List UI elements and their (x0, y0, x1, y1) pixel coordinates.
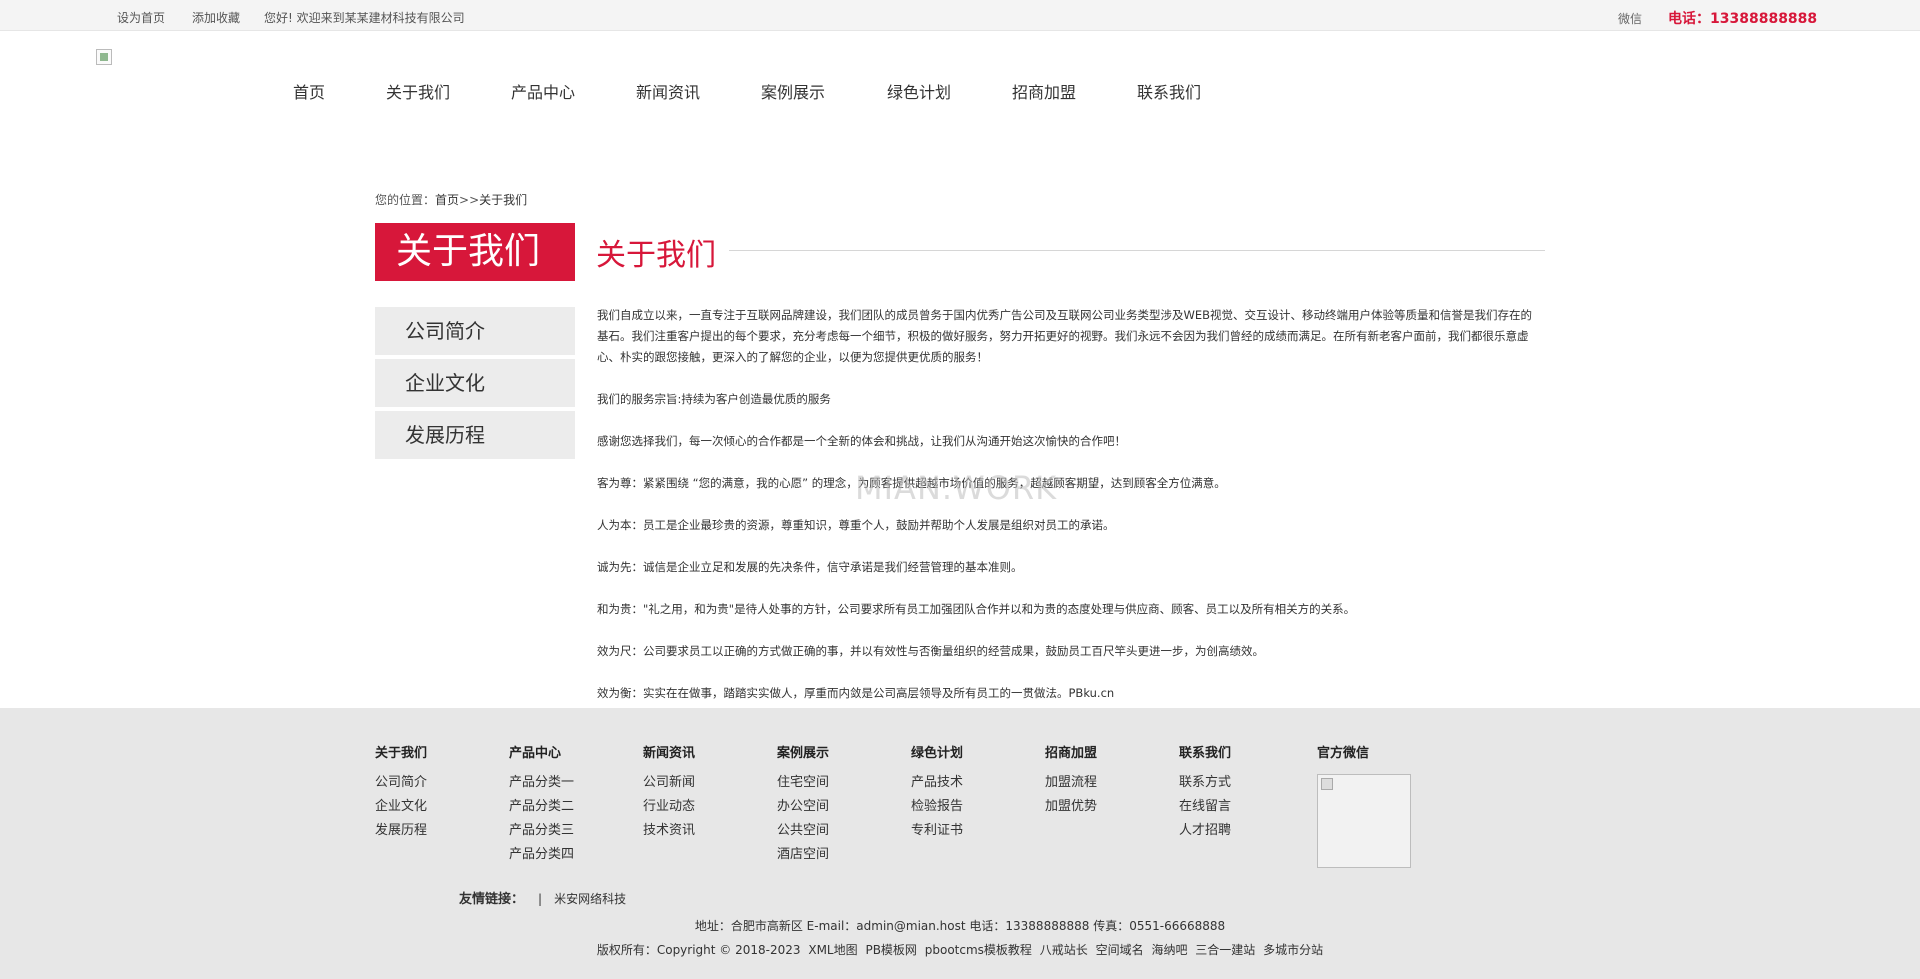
content-paragraph-balance: 效为衡：实实在在做事，踏踏实实做人，厚重而内敛是公司高层领导及所有员工的一贯做法… (597, 686, 1115, 700)
content-paragraph-harmony: 和为贵："礼之用，和为贵"是待人处事的方针，公司要求所有员工加强团队合作并以和为… (597, 602, 1356, 616)
footer-col-title: 联系我们 (1179, 746, 1232, 761)
footer-link[interactable]: 联系方式 (1179, 775, 1231, 799)
footer-col-title: 绿色计划 (911, 746, 964, 761)
footer-link[interactable]: 发展历程 (375, 823, 427, 847)
copyright-link[interactable]: pbootcms模板教程 (925, 943, 1032, 957)
nav-about[interactable]: 关于我们 (386, 79, 450, 103)
wechat-link[interactable]: 微信 (1618, 10, 1642, 27)
footer-link[interactable]: 住宅空间 (777, 775, 829, 799)
footer-col-green-plan: 绿色计划 产品技术 检验报告 专利证书 (911, 742, 963, 847)
watermark: MIAN.WORK (855, 469, 1058, 507)
footer-col-news: 新闻资讯 公司新闻 行业动态 技术资讯 (643, 742, 695, 847)
breadcrumb-sep: >> (459, 193, 480, 207)
footer-col-title: 产品中心 (509, 746, 562, 761)
copyright-link[interactable]: PB模板网 (865, 943, 916, 957)
footer-link[interactable]: 公共空间 (777, 823, 829, 847)
content-paragraph-people: 人为本：员工是企业最珍贵的资源，尊重知识，尊重个人，鼓励并帮助个人发展是组织对员… (597, 518, 1115, 532)
logo-image[interactable] (96, 49, 112, 65)
footer-link[interactable]: 技术资讯 (643, 823, 695, 847)
breadcrumb-prefix: 您的位置： (375, 193, 436, 207)
nav-cases[interactable]: 案例展示 (761, 79, 825, 103)
footer-link[interactable]: 产品技术 (911, 775, 963, 799)
breadcrumb: 您的位置：首页>>关于我们 (375, 191, 527, 208)
footer-link[interactable]: 人才招聘 (1179, 823, 1231, 847)
footer-link[interactable]: 行业动态 (643, 799, 695, 823)
footer-link[interactable]: 公司简介 (375, 775, 427, 799)
nav-contact[interactable]: 联系我们 (1137, 79, 1201, 103)
wechat-qr-image (1317, 774, 1411, 868)
add-favorite-link[interactable]: 添加收藏 (192, 9, 240, 26)
wechat-title: 官方微信 (1317, 746, 1370, 761)
footer-col-title: 案例展示 (777, 746, 830, 761)
footer-link[interactable]: 办公空间 (777, 799, 829, 823)
content-paragraph-customer: 客为尊：紧紧围绕 “您的满意，我的心愿” 的理念，为顾客提供超越市场价值的服务，… (597, 476, 1226, 490)
footer-col-contact: 联系我们 联系方式 在线留言 人才招聘 (1179, 742, 1231, 847)
set-home-link[interactable]: 设为首页 (117, 9, 165, 26)
copyright-link[interactable]: 海纳吧 (1151, 943, 1187, 957)
footer-col-title: 新闻资讯 (643, 746, 696, 761)
footer-link[interactable]: 酒店空间 (777, 847, 829, 871)
title-divider (729, 250, 1545, 251)
top-bar: 设为首页 添加收藏 您好! 欢迎来到某某建材科技有限公司 微信 电话：13388… (0, 0, 1920, 31)
welcome-text: 您好! 欢迎来到某某建材科技有限公司 (264, 11, 465, 25)
footer-col-title: 招商加盟 (1045, 746, 1098, 761)
footer-link[interactable]: 产品分类三 (509, 823, 574, 847)
friend-links-label: 友情链接： (459, 892, 525, 907)
footer-col-title: 关于我们 (375, 746, 428, 761)
nav-products[interactable]: 产品中心 (511, 79, 575, 103)
copyright-link[interactable]: 多城市分站 (1263, 943, 1323, 957)
footer-link[interactable]: 检验报告 (911, 799, 963, 823)
content-paragraph-integrity: 诚为先：诚信是企业立足和发展的先决条件，信守承诺是我们经营管理的基本准则。 (597, 560, 1023, 574)
nav-home[interactable]: 首页 (293, 79, 325, 103)
footer-link[interactable]: 公司新闻 (643, 775, 695, 799)
sidebar-item-culture[interactable]: 企业文化 (375, 359, 575, 407)
friend-link[interactable]: 米安网络科技 (554, 892, 626, 906)
nav-green-plan[interactable]: 绿色计划 (887, 79, 951, 103)
breadcrumb-home[interactable]: 首页 (435, 193, 459, 207)
content-paragraph-efficiency: 效为尺：公司要求员工以正确的方式做正确的事，并以有效性与否衡量组织的经营成果，鼓… (597, 644, 1264, 658)
content-title: 关于我们 (596, 238, 716, 273)
footer-link[interactable]: 加盟优势 (1045, 799, 1097, 823)
sidebar-item-history[interactable]: 发展历程 (375, 411, 575, 459)
copyright-link[interactable]: XML地图 (808, 943, 857, 957)
footer-copyright: 版权所有：Copyright © 2018-2023 XML地图 PB模板网 p… (0, 941, 1920, 958)
footer-link[interactable]: 加盟流程 (1045, 775, 1097, 799)
nav-franchise[interactable]: 招商加盟 (1012, 79, 1076, 103)
copyright-text: 版权所有：Copyright © 2018-2023 (596, 943, 801, 957)
copyright-link[interactable]: 三合一建站 (1195, 943, 1255, 957)
footer-link[interactable]: 专利证书 (911, 823, 963, 847)
sidebar-title: 关于我们 (375, 223, 575, 281)
sidebar-item-company-intro[interactable]: 公司简介 (375, 307, 575, 355)
content-paragraph-intro: 我们自成立以来，一直专注于互联网品牌建设，我们团队的成员曾务于国内优秀广告公司及… (597, 308, 1533, 364)
footer-col-about: 关于我们 公司简介 企业文化 发展历程 (375, 742, 427, 847)
footer-link[interactable]: 企业文化 (375, 799, 427, 823)
footer-link[interactable]: 产品分类一 (509, 775, 574, 799)
footer-col-products: 产品中心 产品分类一 产品分类二 产品分类三 产品分类四 (509, 742, 574, 871)
nav-news[interactable]: 新闻资讯 (636, 79, 700, 103)
content-paragraph-aim: 我们的服务宗旨:持续为客户创造最优质的服务 (597, 392, 831, 406)
phone-number: 电话：13388888888 (1668, 11, 1818, 27)
breadcrumb-current[interactable]: 关于我们 (479, 193, 527, 207)
footer-link[interactable]: 产品分类四 (509, 847, 574, 871)
footer-col-franchise: 招商加盟 加盟流程 加盟优势 (1045, 742, 1097, 823)
friend-links-sep: | (538, 892, 543, 906)
footer-link[interactable]: 在线留言 (1179, 799, 1231, 823)
footer-col-cases: 案例展示 住宅空间 办公空间 公共空间 酒店空间 (777, 742, 829, 871)
footer: 关于我们 公司简介 企业文化 发展历程 产品中心 产品分类一 产品分类二 产品分… (0, 708, 1920, 979)
content-paragraph-thanks: 感谢您选择我们，每一次倾心的合作都是一个全新的体会和挑战，让我们从沟通开始这次愉… (597, 434, 1126, 448)
friend-links: 友情链接： | 米安网络科技 (459, 888, 626, 907)
footer-link[interactable]: 产品分类二 (509, 799, 574, 823)
footer-address: 地址：合肥市高新区 E-mail：admin@mian.host 电话：1338… (694, 919, 1226, 933)
copyright-link[interactable]: 空间域名 (1096, 943, 1144, 957)
copyright-link[interactable]: 八戒站长 (1040, 943, 1088, 957)
